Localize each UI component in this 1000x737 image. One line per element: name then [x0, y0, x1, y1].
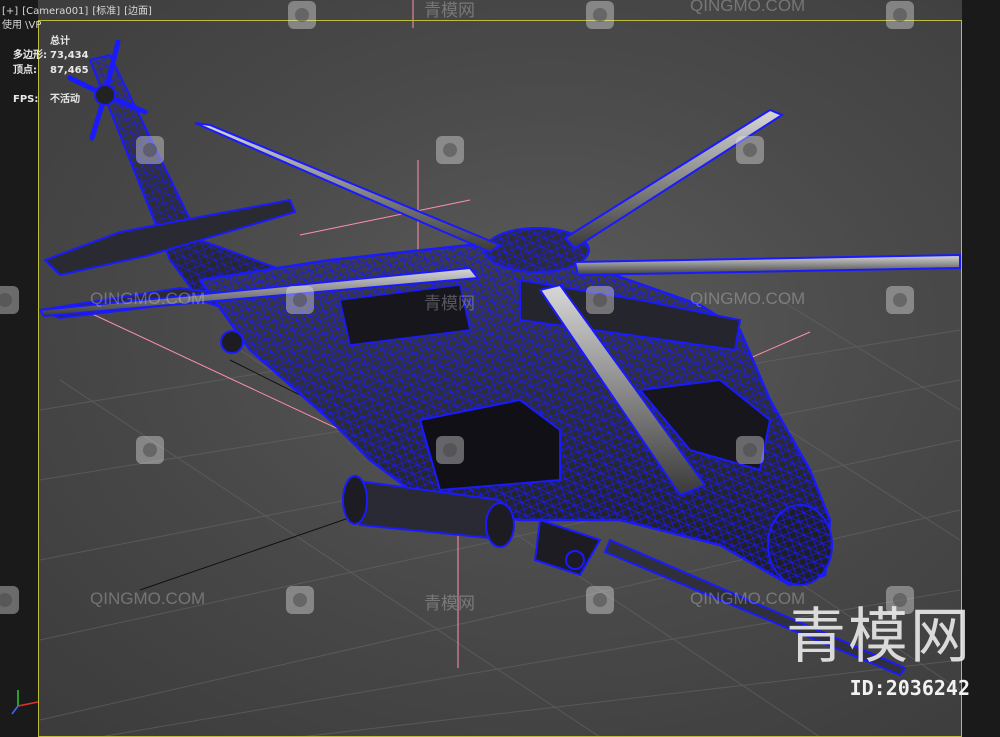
watermark-logo-icon: [0, 286, 19, 314]
watermark-logo-icon: [436, 136, 464, 164]
watermark-text: 青模网: [424, 294, 475, 313]
watermark-logo-icon: [436, 436, 464, 464]
viewport-edged-faces-menu[interactable]: [边面]: [124, 6, 152, 17]
watermark-logo-icon: [0, 586, 19, 614]
stats-verts-label: 顶点:: [13, 65, 37, 76]
watermark-text: QINGMO.COM: [690, 289, 806, 308]
viewport-menu-plus[interactable]: [+]: [2, 6, 18, 17]
model-id-label: ID:2036242: [849, 676, 970, 700]
watermark-logo-icon: [288, 1, 316, 29]
watermark-logo-icon: [586, 1, 614, 29]
watermark-logo-icon: [286, 586, 314, 614]
viewport-camera-menu[interactable]: [Camera001]: [22, 6, 88, 17]
3d-viewport[interactable]: [+] [Camera001] [标准] [边面] 使用 \VP 总计 多边形: 73…: [0, 0, 1000, 737]
watermark-text: 青模网: [424, 1, 475, 20]
stats-verts-value: 87,465: [50, 65, 89, 76]
viewport-label[interactable]: [+] [Camera001] [标准] [边面]: [2, 6, 156, 18]
watermark-logo-icon: [736, 136, 764, 164]
watermark-text: QINGMO.COM: [90, 289, 206, 308]
watermark-text: QINGMO.COM: [90, 589, 206, 608]
watermark-text: QINGMO.COM: [690, 0, 806, 15]
stats-polys-value: 73,434: [50, 50, 89, 61]
watermark-logo-icon: [886, 1, 914, 29]
watermark-logo-icon: [136, 436, 164, 464]
watermark-logo-icon: [886, 286, 914, 314]
stats-fps-label: FPS:: [13, 94, 39, 105]
watermark-logo-icon: [286, 286, 314, 314]
helicopter-model: [36, 39, 961, 677]
watermark-logo-icon: [136, 136, 164, 164]
watermark-logo-icon: [736, 436, 764, 464]
watermark-logo-icon: [586, 586, 614, 614]
watermark-text: 青模网: [424, 594, 475, 613]
stats-polys-label: 多边形:: [13, 50, 47, 61]
stats-fps-value: 不活动: [50, 94, 80, 105]
axis-tripod-icon: [11, 690, 39, 715]
brand-watermark: 青模网: [786, 602, 972, 672]
stats-title: 总计: [50, 36, 70, 47]
watermark-logo-icon: [586, 286, 614, 314]
viewport-sub-label: 使用 \VP: [2, 20, 42, 31]
viewport-shading-standard-menu[interactable]: [标准]: [92, 6, 120, 17]
